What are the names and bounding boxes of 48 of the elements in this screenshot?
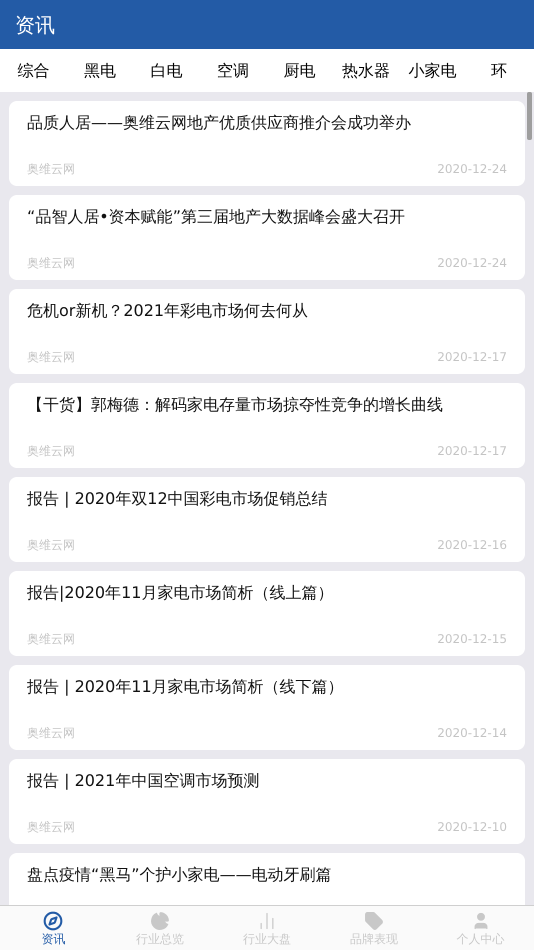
header-title: 资讯 bbox=[15, 12, 55, 38]
article-card[interactable]: 报告|2020年11月家电市场简析（线上篇） 奥维云网 2020-12-15 bbox=[9, 571, 525, 656]
article-card[interactable]: 报告 | 2020年双12中国彩电市场促销总结 奥维云网 2020-12-16 bbox=[9, 477, 525, 562]
article-date: 2020-12-10 bbox=[437, 819, 507, 836]
article-source: 奥维云网 bbox=[27, 255, 75, 272]
article-title: 报告 | 2020年11月家电市场简析（线下篇） bbox=[27, 676, 345, 698]
article-source: 奥维云网 bbox=[27, 161, 75, 178]
category-tab[interactable]: 小家电 bbox=[399, 58, 466, 82]
article-source: 奥维云网 bbox=[27, 725, 75, 742]
category-tab[interactable]: 综合 bbox=[0, 58, 66, 82]
scrollbar[interactable] bbox=[527, 92, 532, 140]
article-title: 盘点疫情“黑马”个护小家电——电动牙刷篇 bbox=[27, 864, 333, 886]
article-title: 报告 | 2021年中国空调市场预测 bbox=[27, 770, 260, 792]
article-title: 危机or新机？2021年彩电市场何去何从 bbox=[27, 300, 310, 322]
category-tab[interactable]: 热水器 bbox=[332, 58, 399, 82]
article-source: 奥维云网 bbox=[27, 537, 75, 554]
tag-icon bbox=[364, 910, 384, 930]
article-date: 2020-12-24 bbox=[437, 255, 507, 272]
category-tab[interactable]: 空调 bbox=[200, 58, 266, 82]
article-card[interactable]: “品智人居•资本赋能”第三届地产大数据峰会盛大召开 奥维云网 2020-12-24 bbox=[9, 195, 525, 280]
article-title: 报告|2020年11月家电市场简析（线上篇） bbox=[27, 582, 334, 604]
article-card[interactable]: 报告 | 2021年中国空调市场预测 奥维云网 2020-12-10 bbox=[9, 759, 525, 844]
category-tab[interactable]: 黑电 bbox=[66, 58, 133, 82]
article-card[interactable]: 盘点疫情“黑马”个护小家电——电动牙刷篇 bbox=[9, 853, 525, 905]
compass-icon bbox=[43, 910, 64, 930]
article-card[interactable]: 报告 | 2020年11月家电市场简析（线下篇） 奥维云网 2020-12-14 bbox=[9, 665, 525, 750]
article-date: 2020-12-14 bbox=[437, 725, 507, 742]
article-title: 报告 | 2020年双12中国彩电市场促销总结 bbox=[27, 488, 329, 510]
article-card[interactable]: 品质人居——奥维云网地产优质供应商推介会成功举办 奥维云网 2020-12-24 bbox=[9, 101, 525, 186]
category-tab[interactable]: 白电 bbox=[133, 58, 200, 82]
article-source: 奥维云网 bbox=[27, 349, 75, 366]
article-date: 2020-12-16 bbox=[437, 537, 507, 554]
article-date: 2020-12-17 bbox=[437, 349, 507, 366]
article-card[interactable]: 危机or新机？2021年彩电市场何去何从 奥维云网 2020-12-17 bbox=[9, 289, 525, 374]
article-date: 2020-12-24 bbox=[437, 161, 507, 178]
article-card[interactable]: 【干货】郭梅德：解码家电存量市场掠夺性竞争的增长曲线 奥维云网 2020-12-17 bbox=[9, 383, 525, 468]
article-title: “品智人居•资本赋能”第三届地产大数据峰会盛大召开 bbox=[27, 206, 406, 228]
nav-tab[interactable]: 资讯 bbox=[0, 906, 107, 950]
article-date: 2020-12-17 bbox=[437, 443, 507, 460]
category-tab[interactable]: 厨电 bbox=[266, 58, 332, 82]
article-title: 【干货】郭梅德：解码家电存量市场掠夺性竞争的增长曲线 bbox=[27, 394, 444, 416]
pie-chart-icon bbox=[150, 910, 170, 930]
article-source: 奥维云网 bbox=[27, 819, 75, 836]
article-title: 品质人居——奥维云网地产优质供应商推介会成功举办 bbox=[27, 112, 412, 134]
article-date: 2020-12-15 bbox=[437, 631, 507, 648]
category-tab[interactable]: 环 bbox=[466, 58, 532, 82]
article-source: 奥维云网 bbox=[27, 631, 75, 648]
article-source: 奥维云网 bbox=[27, 443, 75, 460]
